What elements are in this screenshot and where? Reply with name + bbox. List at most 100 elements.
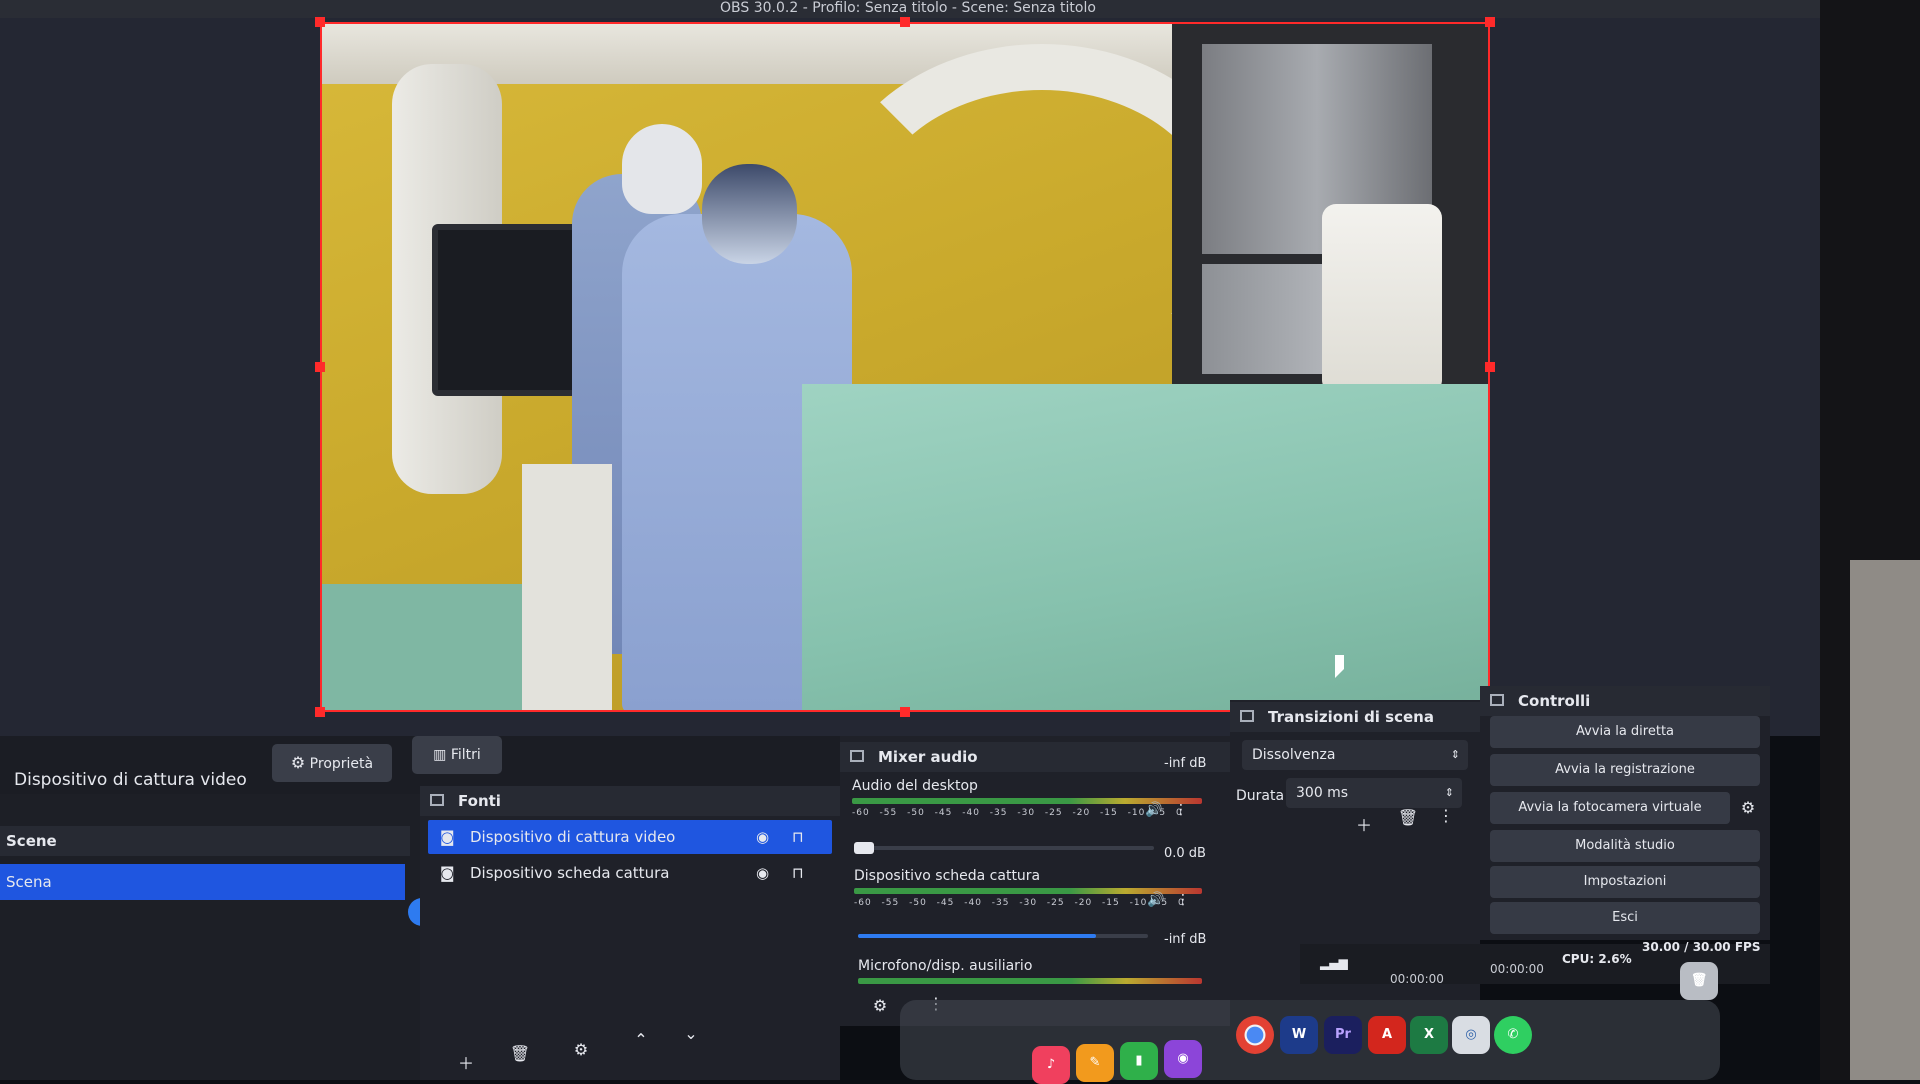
bbox-handle-tl[interactable] — [315, 17, 325, 27]
signal-icon: ▂▄▆ — [1320, 956, 1348, 970]
transition-menu-icon[interactable]: ⋮ — [1438, 806, 1454, 825]
move-down-icon[interactable]: ⌄ — [677, 1024, 705, 1043]
bbox-handle-bm[interactable] — [900, 707, 910, 717]
settings-button[interactable]: Impostazioni — [1490, 866, 1760, 898]
mixer-meter — [858, 978, 1202, 984]
mixer-channel-db: -inf dB — [1164, 756, 1207, 771]
speaker-icon[interactable]: 🔊 — [1146, 892, 1166, 908]
video-surgeon-head-front — [702, 164, 797, 264]
mixer-channel-name: Audio del desktop — [852, 778, 978, 794]
bbox-handle-tr[interactable] — [1485, 17, 1495, 27]
podcasts-icon[interactable]: ◉ — [1164, 1040, 1202, 1078]
source-item-label: Dispositivo scheda cattura — [470, 864, 670, 882]
camera-icon: ◙ — [440, 828, 455, 846]
window-title: OBS 30.0.2 - Profilo: Senza titolo - Sce… — [720, 0, 1096, 16]
numbers-icon[interactable]: ▮ — [1120, 1042, 1158, 1080]
studio-mode-button[interactable]: Modalità studio — [1490, 830, 1760, 862]
dock-float-icon[interactable] — [850, 750, 864, 762]
mixer-channel-name: Microfono/disp. ausiliario — [858, 958, 1033, 974]
video-surgeon-head-back — [622, 124, 702, 214]
rec-time: 00:00:00 — [1490, 962, 1544, 976]
filters-label: Filtri — [450, 747, 481, 763]
bbox-handle-bl[interactable] — [315, 707, 325, 717]
eye-icon[interactable]: ◉ — [756, 820, 769, 854]
bbox-handle-ml[interactable] — [315, 362, 325, 372]
video-preview[interactable] — [320, 22, 1490, 712]
channel-menu-icon[interactable]: ⋮ — [1174, 802, 1188, 818]
start-virtual-camera-button[interactable]: Avvia la fotocamera virtuale — [1490, 792, 1730, 824]
dock-float-icon[interactable] — [1490, 694, 1504, 706]
bbox-handle-tm[interactable] — [900, 17, 910, 27]
remove-source-icon[interactable]: 🗑 — [506, 1044, 534, 1063]
virtual-camera-settings-icon[interactable]: ⚙ — [1736, 798, 1760, 817]
duration-input[interactable]: 300 ms ⇕ — [1286, 778, 1462, 808]
mixer-scale: -60 -55 -50 -45 -40 -35 -30 -25 -20 -15 … — [852, 808, 1183, 818]
proxyman-icon[interactable]: ◎ — [1452, 1016, 1490, 1054]
lock-icon[interactable]: ⊓ — [792, 856, 804, 890]
excel-icon[interactable]: X — [1410, 1016, 1448, 1054]
transition-select[interactable]: Dissolvenza ⇕ — [1242, 740, 1468, 770]
fps-readout: 30.00 / 30.00 FPS — [1642, 940, 1761, 954]
mixer-channel-db: 0.0 dB — [1164, 846, 1206, 861]
sources-header: Fonti — [420, 786, 840, 816]
source-item-label: Dispositivo di cattura video — [470, 828, 676, 846]
pages-icon[interactable]: ✎ — [1076, 1044, 1114, 1082]
volume-slider-fill — [858, 934, 1096, 938]
properties-button[interactable]: ⚙ Proprietà — [272, 744, 392, 782]
transitions-title: Transizioni di scena — [1268, 708, 1434, 726]
whatsapp-icon[interactable]: ✆ — [1494, 1016, 1532, 1054]
chrome-icon[interactable] — [1236, 1016, 1274, 1054]
controls-buttons: Avvia la diretta Avvia la registrazione … — [1480, 712, 1770, 942]
video-iv-bags — [1322, 204, 1442, 394]
scene-item-selected[interactable]: Scena — [0, 864, 405, 900]
source-item[interactable]: ◙ Dispositivo scheda cattura ◉ ⊓ — [428, 856, 832, 890]
move-up-icon[interactable]: ⌃ — [627, 1030, 655, 1049]
properties-label: Proprietà — [309, 756, 374, 772]
volume-slider[interactable] — [854, 842, 1154, 854]
cpu-usage: CPU: 2.6% — [1562, 952, 1632, 966]
filter-icon: ▥ — [433, 747, 447, 763]
transition-select-value: Dissolvenza — [1252, 747, 1336, 763]
eye-icon[interactable]: ◉ — [756, 856, 769, 890]
exit-button[interactable]: Esci — [1490, 902, 1760, 934]
video-drape-left — [322, 584, 522, 710]
channel-menu-icon[interactable]: ⋮ — [1176, 892, 1190, 908]
title-bar: OBS 30.0.2 - Profilo: Senza titolo - Sce… — [0, 0, 1820, 19]
camera-icon: ◙ — [440, 864, 455, 882]
music-icon[interactable]: ♪ — [1032, 1046, 1070, 1084]
chevron-updown-icon: ⇕ — [1444, 786, 1454, 799]
duration-input-value: 300 ms — [1296, 785, 1349, 801]
remove-transition-icon[interactable]: 🗑 — [1396, 808, 1420, 827]
volume-slider[interactable] — [858, 934, 1148, 938]
filters-button[interactable]: ▥ Filtri — [412, 736, 502, 774]
speaker-icon[interactable]: 🔊 — [1144, 802, 1164, 818]
lock-icon[interactable]: ⊓ — [792, 820, 804, 854]
premiere-icon[interactable]: Pr — [1324, 1016, 1362, 1054]
mouse-cursor-icon — [1335, 655, 1344, 678]
video-sterile-drape — [802, 384, 1488, 710]
stream-time: 00:00:00 — [1390, 972, 1444, 986]
dock-float-icon[interactable] — [430, 794, 444, 806]
volume-slider-knob[interactable] — [854, 842, 874, 854]
background-wall — [1850, 560, 1920, 1080]
scenes-title: Scene — [6, 832, 57, 850]
bbox-handle-mr[interactable] — [1485, 362, 1495, 372]
sources-title: Fonti — [458, 792, 501, 810]
add-transition-icon[interactable]: ＋ — [1352, 812, 1376, 836]
selected-source-name: Dispositivo di cattura video — [14, 770, 247, 790]
scenes-header: Scene — [0, 826, 410, 856]
controls-title: Controlli — [1518, 692, 1591, 710]
mixer-settings-icon[interactable]: ⚙ — [868, 996, 892, 1015]
acrobat-icon[interactable]: A — [1368, 1016, 1406, 1054]
mixer-scale: -60 -55 -50 -45 -40 -35 -30 -25 -20 -15 … — [854, 898, 1185, 908]
start-recording-button[interactable]: Avvia la registrazione — [1490, 754, 1760, 786]
mixer-channel-db: -inf dB — [1164, 932, 1207, 947]
webex-icon[interactable]: W — [1280, 1016, 1318, 1054]
add-source-icon[interactable]: ＋ — [452, 1050, 480, 1074]
start-streaming-button[interactable]: Avvia la diretta — [1490, 716, 1760, 748]
source-item-selected[interactable]: ◙ Dispositivo di cattura video ◉ ⊓ — [428, 820, 832, 854]
dock-float-icon[interactable] — [1240, 710, 1254, 722]
trash-icon[interactable]: 🗑 — [1680, 962, 1718, 1000]
transitions-header: Transizioni di scena — [1230, 702, 1480, 732]
source-settings-icon[interactable]: ⚙ — [567, 1040, 595, 1059]
